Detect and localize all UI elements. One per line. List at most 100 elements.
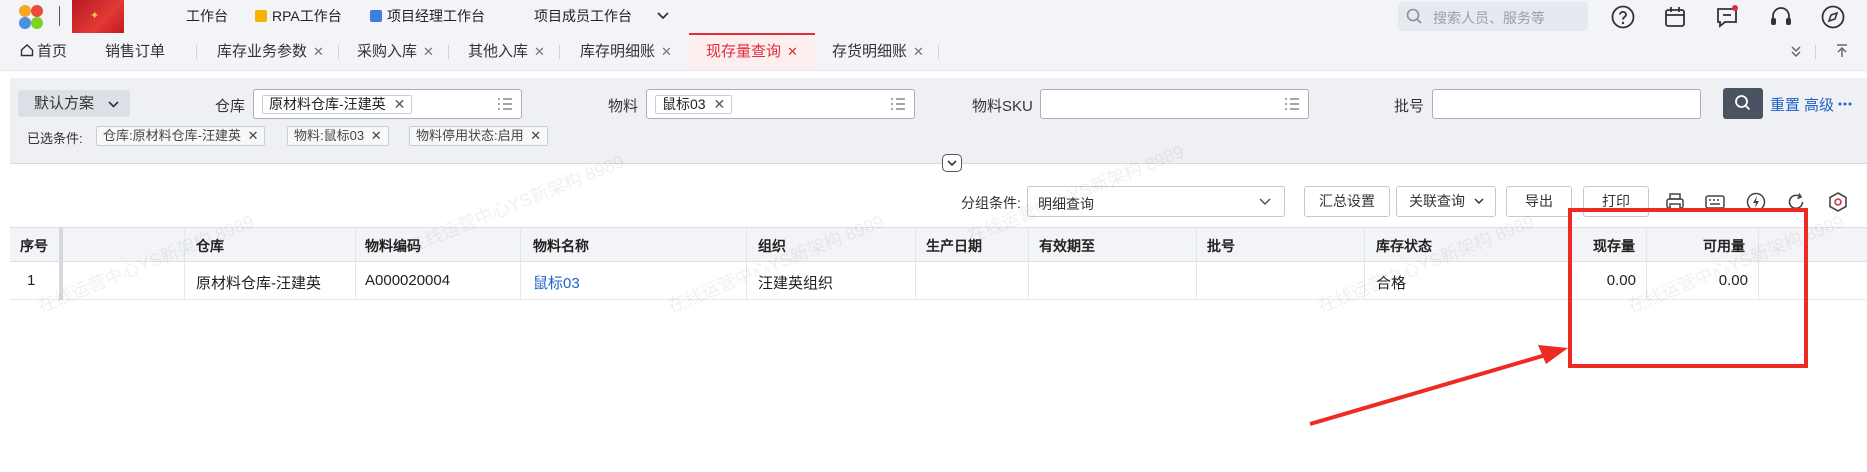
top-bar: ✦ 工作台 RPA工作台 项目经理工作台 项目成员工作台 搜索人员、服务等: [0, 0, 1867, 33]
close-icon[interactable]: ✕: [530, 128, 541, 143]
close-icon[interactable]: ✕: [713, 96, 725, 112]
close-icon[interactable]: ✕: [661, 44, 672, 59]
chevron-down-icon: [1259, 198, 1271, 206]
cell-index: 1: [27, 272, 36, 289]
tab-inventory-ledger[interactable]: 库存明细账 ✕: [580, 33, 672, 70]
collapse-filter-button[interactable]: [942, 154, 962, 172]
tab-other-inbound[interactable]: 其他入库 ✕: [468, 33, 545, 70]
lightning-icon[interactable]: [1745, 191, 1767, 213]
sku-field[interactable]: [1040, 89, 1309, 119]
close-icon[interactable]: ✕: [394, 96, 406, 112]
printer-icon[interactable]: [1664, 191, 1686, 213]
cell-warehouse: 原材料仓库-汪建英: [196, 275, 321, 292]
tab-home[interactable]: 首页: [20, 33, 67, 70]
chevron-down-icon: [1474, 198, 1484, 205]
headset-icon[interactable]: [1768, 4, 1794, 30]
group-condition-select[interactable]: 明细查询: [1027, 186, 1285, 217]
header-batch[interactable]: 批号: [1207, 236, 1235, 256]
refresh-icon[interactable]: [1785, 191, 1807, 213]
frozen-column-divider: [59, 227, 63, 300]
header-available-qty[interactable]: 可用量: [1703, 236, 1745, 256]
condition-tag: 物料:鼠标03 ✕: [287, 126, 389, 146]
global-search-input[interactable]: 搜索人员、服务等: [1398, 2, 1588, 31]
list-icon[interactable]: [890, 97, 906, 111]
rpa-icon: [255, 10, 267, 22]
double-chevron-down-icon[interactable]: [1788, 43, 1804, 59]
app-logo-icon[interactable]: [16, 3, 46, 31]
settings-icon[interactable]: [1827, 191, 1849, 213]
tab-purchase-inbound[interactable]: 采购入库 ✕: [357, 33, 434, 70]
condition-tag: 物料停用状态:启用 ✕: [409, 126, 549, 146]
list-icon[interactable]: [1284, 97, 1300, 111]
tenant-logo: ✦: [72, 0, 124, 33]
chevron-down-icon: [108, 101, 119, 108]
material-field[interactable]: 鼠标03 ✕: [646, 89, 915, 119]
help-icon[interactable]: [1610, 4, 1636, 30]
upload-icon[interactable]: [1834, 43, 1850, 59]
compass-icon[interactable]: [1820, 4, 1846, 30]
cell-available-qty: 0.00: [1718, 272, 1748, 289]
header-organization[interactable]: 组织: [758, 236, 786, 256]
close-icon[interactable]: ✕: [913, 44, 924, 59]
more-icon[interactable]: [1838, 102, 1852, 106]
summary-settings-button[interactable]: 汇总设置: [1304, 186, 1390, 217]
warehouse-field[interactable]: 原材料仓库-汪建英 ✕: [253, 89, 522, 119]
material-tag: 鼠标03 ✕: [655, 95, 733, 114]
header-index[interactable]: 序号: [20, 236, 48, 256]
search-icon: [1406, 8, 1422, 24]
close-icon[interactable]: ✕: [248, 128, 259, 143]
close-icon[interactable]: ✕: [371, 128, 382, 143]
nav-member-workbench[interactable]: 项目成员工作台: [534, 7, 632, 25]
home-icon: [20, 44, 34, 57]
list-icon[interactable]: [497, 97, 513, 111]
close-icon[interactable]: ✕: [787, 44, 798, 59]
cell-stock-status: 合格: [1376, 275, 1407, 292]
condition-tag: 仓库:原材料仓库-汪建英 ✕: [96, 126, 266, 146]
print-button[interactable]: 打印: [1583, 186, 1649, 217]
nav-rpa-workbench[interactable]: RPA工作台: [255, 7, 342, 25]
logo-divider: [59, 6, 60, 26]
nav-pm-workbench[interactable]: 项目经理工作台: [370, 7, 485, 25]
search-button[interactable]: [1723, 88, 1763, 119]
calendar-icon[interactable]: [1662, 4, 1688, 30]
tab-inventory-params[interactable]: 库存业务参数 ✕: [217, 33, 324, 70]
reset-button[interactable]: 重置: [1770, 94, 1800, 115]
annotation-arrowhead: [1538, 345, 1568, 364]
nav-workbench[interactable]: 工作台: [186, 7, 228, 25]
header-production-date[interactable]: 生产日期: [926, 236, 982, 256]
close-icon[interactable]: ✕: [313, 44, 324, 59]
tab-sales-order[interactable]: 销售订单: [105, 33, 165, 70]
close-icon[interactable]: ✕: [423, 44, 434, 59]
search-placeholder: 搜索人员、服务等: [1433, 10, 1545, 26]
chevron-down-icon[interactable]: [655, 8, 671, 24]
cell-material-code: A000020004: [365, 272, 451, 289]
filter-divider: [10, 163, 1867, 164]
header-warehouse[interactable]: 仓库: [196, 236, 224, 256]
cell-organization: 汪建英组织: [758, 275, 834, 292]
keyboard-icon[interactable]: [1704, 191, 1726, 213]
warehouse-tag: 原材料仓库-汪建英 ✕: [262, 95, 413, 114]
advanced-button[interactable]: 高级: [1804, 94, 1834, 115]
tab-bar: 首页 销售订单 库存业务参数 ✕ 采购入库 ✕ 其他入库 ✕ 库存明细账 ✕ 现存量查询…: [0, 33, 1867, 71]
header-on-hand-qty[interactable]: 现存量: [1593, 236, 1635, 256]
material-label: 物料: [608, 98, 639, 115]
sku-label: 物料SKU: [972, 98, 1033, 115]
header-material-code[interactable]: 物料编码: [365, 236, 421, 256]
cell-on-hand-qty: 0.00: [1606, 272, 1636, 289]
warehouse-label: 仓库: [215, 98, 246, 115]
pm-icon: [370, 10, 382, 22]
tab-stock-detail-ledger[interactable]: 存货明细账 ✕: [832, 33, 924, 70]
export-button[interactable]: 导出: [1506, 186, 1572, 217]
header-stock-status[interactable]: 库存状态: [1376, 236, 1432, 256]
close-icon[interactable]: ✕: [534, 44, 545, 59]
group-condition-label: 分组条件:: [961, 195, 1021, 211]
batch-field[interactable]: [1432, 89, 1701, 119]
selected-conditions-label: 已选条件:: [27, 131, 83, 146]
scheme-dropdown[interactable]: 默认方案: [18, 90, 130, 117]
message-icon[interactable]: [1714, 4, 1740, 30]
header-material-name[interactable]: 物料名称: [533, 236, 589, 256]
header-expiry-date[interactable]: 有效期至: [1039, 236, 1095, 256]
tab-stock-query[interactable]: 现存量查询 ✕: [689, 33, 815, 70]
related-query-button[interactable]: 关联查询: [1396, 186, 1496, 217]
cell-material-name-link[interactable]: 鼠标03: [533, 272, 580, 293]
